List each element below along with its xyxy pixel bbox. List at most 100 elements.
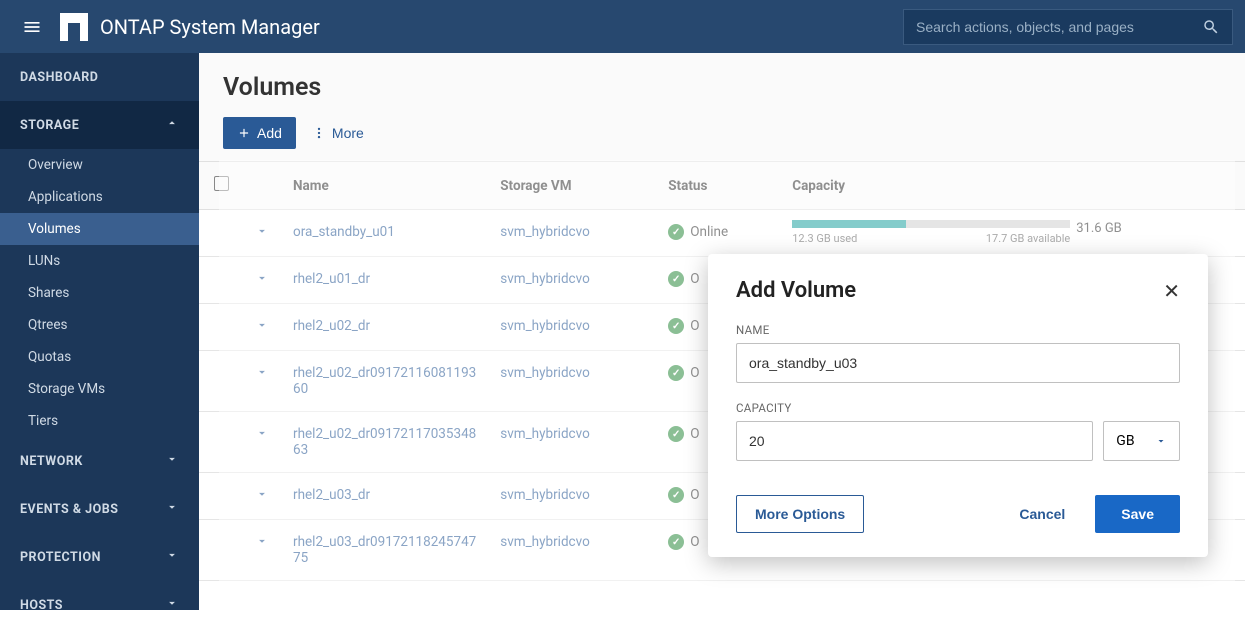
row-svm[interactable]: svm_hybridcvo [488, 520, 656, 581]
row-svm[interactable]: svm_hybridcvo [488, 257, 656, 304]
page-title: Volumes [199, 53, 1245, 117]
row-name[interactable]: rhel2_u03_dr09172118245747 75 [281, 520, 488, 581]
row-name[interactable]: rhel2_u01_dr [281, 257, 488, 304]
sidebar-item-quotas[interactable]: Quotas [0, 341, 199, 373]
status-ok-icon [668, 487, 684, 503]
search-icon [1202, 18, 1220, 36]
sidebar-section-protection[interactable]: PROTECTION [0, 533, 199, 581]
sidebar-section-dashboard[interactable]: DASHBOARD [0, 53, 199, 101]
name-field-label: NAME [736, 323, 1180, 337]
volume-name-input[interactable] [736, 343, 1180, 383]
dialog-title: Add Volume [736, 278, 856, 303]
row-name[interactable]: ora_standby_u01 [281, 210, 488, 257]
row-checkbox-cell [199, 304, 243, 351]
capacity-available-label: 17.7 GB available [986, 232, 1070, 245]
row-checkbox-cell [199, 473, 243, 520]
capacity-unit-select[interactable]: GB [1103, 421, 1180, 461]
capacity-total-label: 31.6 GB [1076, 221, 1122, 236]
sidebar-item-volumes[interactable]: Volumes [0, 213, 199, 245]
save-button[interactable]: Save [1095, 495, 1180, 533]
add-volume-dialog: Add Volume ✕ NAME CAPACITY GB More Optio… [708, 254, 1208, 557]
app-title: ONTAP System Manager [100, 15, 320, 39]
capacity-value-input[interactable] [736, 421, 1093, 461]
sidebar-section-hosts[interactable]: HOSTS [0, 581, 199, 629]
capacity-bar [792, 220, 1070, 228]
capacity-used-label: 12.3 GB used [792, 232, 857, 245]
status-ok-icon [668, 426, 684, 442]
row-svm[interactable]: svm_hybridcvo [488, 304, 656, 351]
row-checkbox-cell [199, 520, 243, 581]
chevron-down-icon [165, 452, 179, 470]
sidebar: DASHBOARDSTORAGEOverviewApplicationsVolu… [0, 53, 199, 610]
cancel-button[interactable]: Cancel [1019, 506, 1065, 522]
more-options-button[interactable]: More Options [736, 495, 864, 533]
chevron-down-icon [255, 320, 269, 336]
chevron-down-icon [165, 500, 179, 518]
row-name[interactable]: rhel2_u02_dr [281, 304, 488, 351]
col-svm[interactable]: Storage VM [488, 162, 656, 210]
add-button[interactable]: Add [223, 117, 296, 149]
status-ok-icon [668, 224, 684, 240]
sidebar-item-tiers[interactable]: Tiers [0, 405, 199, 437]
more-vert-icon [312, 126, 326, 140]
row-expand[interactable] [243, 412, 281, 473]
more-button-label: More [332, 125, 364, 141]
status-ok-icon [668, 318, 684, 334]
col-capacity[interactable]: Capacity [780, 162, 1205, 210]
row-checkbox-cell [199, 351, 243, 412]
row-checkbox-cell [199, 257, 243, 304]
chevron-down-icon [165, 548, 179, 566]
menu-toggle-icon[interactable] [12, 7, 52, 47]
row-status: Online [656, 210, 780, 257]
chevron-down-icon [1155, 435, 1167, 447]
sidebar-item-applications[interactable]: Applications [0, 181, 199, 213]
sidebar-section-events-jobs[interactable]: EVENTS & JOBS [0, 485, 199, 533]
row-svm[interactable]: svm_hybridcvo [488, 210, 656, 257]
chevron-down-icon [165, 596, 179, 614]
status-ok-icon [668, 365, 684, 381]
row-svm[interactable]: svm_hybridcvo [488, 412, 656, 473]
more-button[interactable]: More [312, 125, 364, 141]
chevron-down-icon [255, 536, 269, 552]
sidebar-item-storage-vms[interactable]: Storage VMs [0, 373, 199, 405]
row-expand[interactable] [243, 473, 281, 520]
row-checkbox-cell [199, 412, 243, 473]
add-button-label: Add [257, 125, 282, 141]
status-ok-icon [668, 534, 684, 550]
row-expand[interactable] [243, 351, 281, 412]
sidebar-section-network[interactable]: NETWORK [0, 437, 199, 485]
col-name[interactable]: Name [281, 162, 488, 210]
col-checkbox[interactable] [199, 162, 243, 210]
row-name[interactable]: rhel2_u03_dr [281, 473, 488, 520]
sidebar-item-shares[interactable]: Shares [0, 277, 199, 309]
row-checkbox-cell [199, 210, 243, 257]
app-header: ONTAP System Manager [0, 0, 1245, 53]
row-expand[interactable] [243, 304, 281, 351]
row-expand[interactable] [243, 520, 281, 581]
row-capacity: 12.3 GB used 17.7 GB available 31.6 GB [780, 210, 1205, 257]
sidebar-section-storage[interactable]: STORAGE [0, 101, 199, 149]
chevron-down-icon [255, 367, 269, 383]
chevron-down-icon [255, 489, 269, 505]
sidebar-item-overview[interactable]: Overview [0, 149, 199, 181]
global-search[interactable] [903, 9, 1233, 45]
row-svm[interactable]: svm_hybridcvo [488, 351, 656, 412]
row-svm[interactable]: svm_hybridcvo [488, 473, 656, 520]
search-input[interactable] [916, 19, 1202, 35]
row-name[interactable]: rhel2_u02_dr09172117035348 63 [281, 412, 488, 473]
close-icon[interactable]: ✕ [1163, 279, 1180, 303]
row-name[interactable]: rhel2_u02_dr09172116081193 60 [281, 351, 488, 412]
sidebar-item-luns[interactable]: LUNs [0, 245, 199, 277]
col-status[interactable]: Status [656, 162, 780, 210]
row-expand[interactable] [243, 257, 281, 304]
chevron-down-icon [255, 226, 269, 242]
capacity-unit-label: GB [1116, 433, 1134, 449]
row-expand[interactable] [243, 210, 281, 257]
chevron-down-icon [255, 428, 269, 444]
status-ok-icon [668, 271, 684, 287]
table-row: ora_standby_u01svm_hybridcvoOnline12.3 G… [199, 210, 1245, 257]
sidebar-item-qtrees[interactable]: Qtrees [0, 309, 199, 341]
chevron-down-icon [255, 273, 269, 289]
brand-logo-icon [60, 13, 88, 41]
chevron-up-icon [165, 116, 179, 134]
